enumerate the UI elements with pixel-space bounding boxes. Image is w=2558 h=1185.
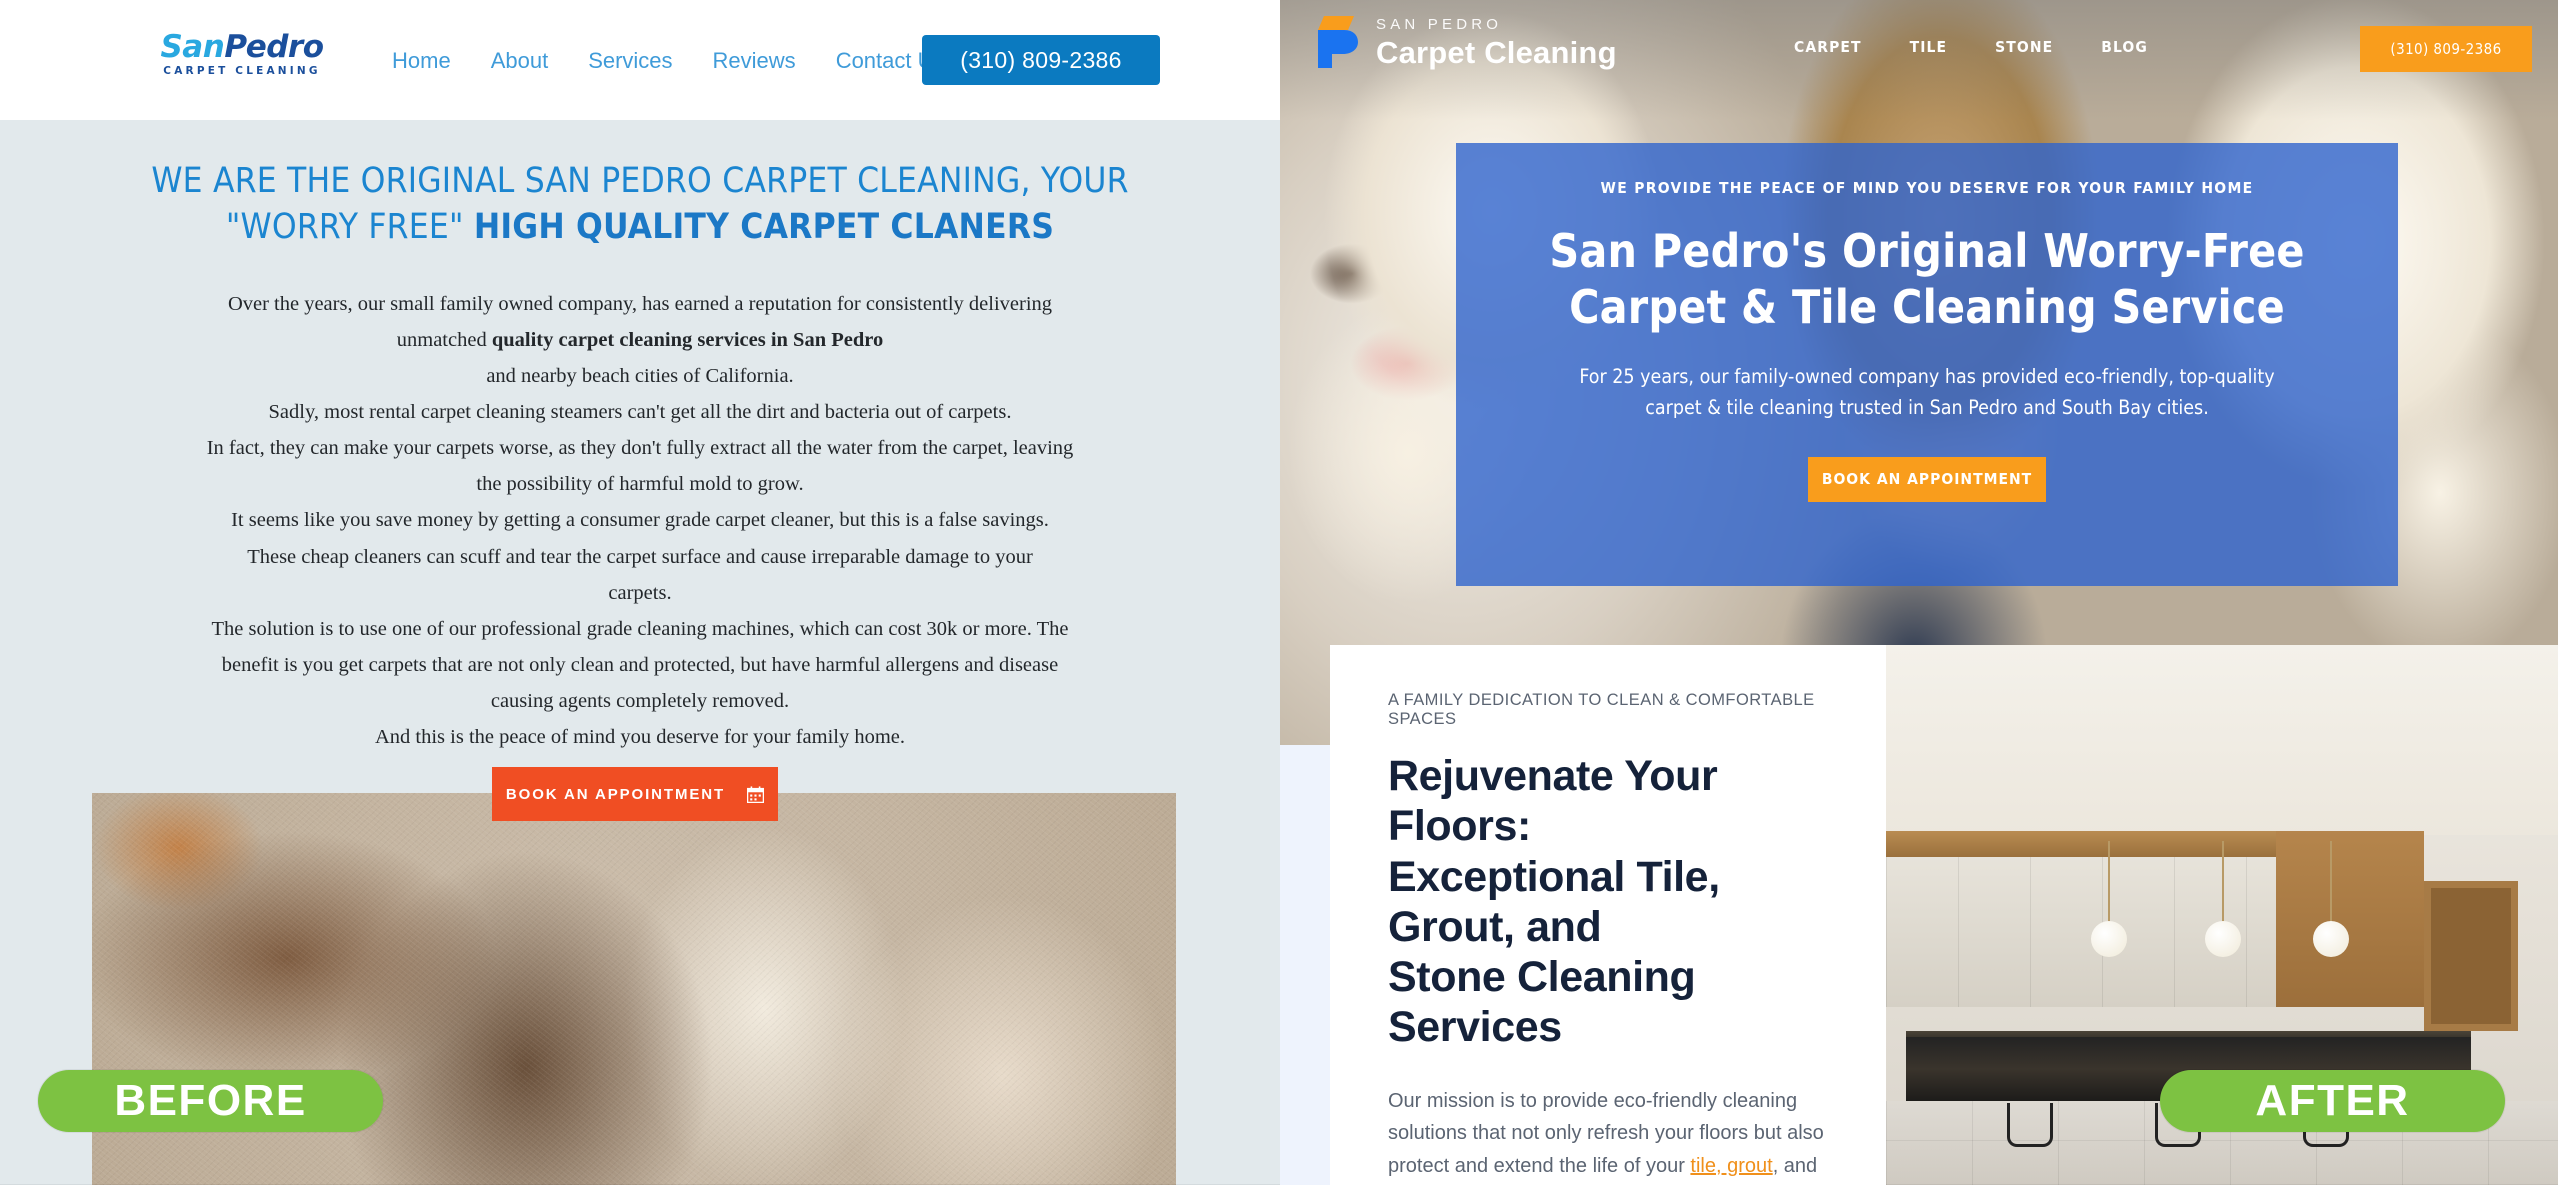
pendant-bulb-1	[2090, 921, 2127, 957]
right-heading-line-3: Stone Cleaning Services	[1388, 953, 1696, 1052]
kitchen-pendant-light-3	[2312, 841, 2349, 957]
left-page-headline: WE ARE THE ORIGINAL SAN PEDRO CARPET CLE…	[60, 158, 1220, 250]
left-logo-word-pedro: Pedro	[224, 29, 324, 65]
body-line-3: and nearby beach cities of California.	[486, 365, 794, 388]
right-heading-line-1: Rejuvenate Your Floors:	[1388, 752, 1718, 851]
body-line-2-bold: quality carpet cleaning services in San …	[491, 329, 884, 352]
kitchen-stool-1	[2006, 1103, 2053, 1147]
right-hero-overlay-card: WE PROVIDE THE PEACE OF MIND YOU DESERVE…	[1456, 143, 2398, 586]
nav-item-home[interactable]: Home	[372, 48, 471, 74]
body-line-2a: unmatched	[396, 329, 492, 352]
pendant-bulb-3	[2312, 921, 2349, 957]
right-nav-item-stone[interactable]: STONE	[1971, 38, 2077, 56]
right-site-logo[interactable]: SAN PEDRO Carpet Cleaning	[1310, 12, 1617, 72]
right-phone-button[interactable]: (310) 809-2386	[2360, 26, 2532, 72]
hero-eyebrow: WE PROVIDE THE PEACE OF MIND YOU DESERVE…	[1600, 179, 2254, 197]
hero-sub-line-2: carpet & tile cleaning trusted in San Pe…	[1645, 396, 2209, 420]
kitchen-pendant-light-1	[2090, 841, 2127, 957]
body-line-10: The solution is to use one of our profes…	[211, 617, 1069, 640]
after-badge: AFTER	[2160, 1070, 2505, 1132]
hero-title-line-1: San Pedro's Original Worry-Free	[1549, 224, 2305, 278]
right-nav-item-tile[interactable]: TILE	[1886, 38, 1972, 56]
body-line-13: And this is the peace of mind you deserv…	[374, 725, 906, 748]
body-line-9: carpets.	[608, 581, 672, 604]
kitchen-wood-panel	[2275, 831, 2424, 1007]
right-heading-line-2: Exceptional Tile, Grout, and	[1388, 852, 1720, 951]
kitchen-doorway	[2423, 881, 2518, 1031]
left-logo-word-san: San	[160, 29, 225, 65]
hero-sub-line-1: For 25 years, our family-owned company h…	[1579, 365, 2275, 389]
left-book-appointment-button[interactable]: BOOK AN APPOINTMENT	[492, 767, 778, 821]
sp-monogram-icon	[1310, 12, 1366, 72]
calendar-icon	[747, 785, 765, 803]
right-content-card: A FAMILY DEDICATION TO CLEAN & COMFORTAB…	[1330, 645, 1886, 1185]
right-site-preview-panel: A FAMILY DEDICATION TO CLEAN & COMFORTAB…	[1280, 0, 2558, 1185]
before-badge: BEFORE	[38, 1070, 383, 1132]
right-logo-title: Carpet Cleaning	[1376, 34, 1617, 70]
hero-subtitle: For 25 years, our family-owned company h…	[1526, 361, 2328, 423]
body-line-6: the possibility of harmful mold to grow.	[476, 473, 804, 496]
right-nav-item-carpet[interactable]: CARPET	[1770, 38, 1886, 56]
hero-title: San Pedro's Original Worry-Free Carpet &…	[1526, 223, 2328, 335]
hero-book-appointment-button[interactable]: BOOK AN APPOINTMENT	[1808, 456, 2046, 502]
kitchen-pendant-light-2	[2205, 841, 2241, 957]
left-logo-tagline: CARPET CLEANING	[163, 65, 321, 77]
hero-title-line-2: Carpet & Tile Cleaning Service	[1569, 280, 2285, 335]
right-section-heading: Rejuvenate Your Floors: Exceptional Tile…	[1388, 751, 1828, 1053]
pendant-bulb-2	[2205, 921, 2241, 957]
nav-item-reviews[interactable]: Reviews	[693, 48, 816, 74]
right-primary-nav: CARPET TILE STONE BLOG	[1770, 38, 2172, 56]
left-logo-wordmark: SanPedro	[142, 32, 342, 63]
nav-item-about[interactable]: About	[471, 48, 569, 74]
left-body-copy: Over the years, our small family owned c…	[160, 286, 1120, 755]
left-headline-line-2-plain: "WORRY FREE"	[225, 207, 474, 248]
left-site-logo[interactable]: SanPedro CARPET CLEANING	[142, 32, 342, 77]
left-headline-line-1: WE ARE THE ORIGINAL SAN PEDRO CARPET CLE…	[151, 161, 1129, 201]
body-line-2: unmatched quality carpet cleaning servic…	[160, 322, 1120, 358]
right-section-paragraph: Our mission is to provide eco-friendly c…	[1388, 1085, 1828, 1185]
right-logo-subtitle: SAN PEDRO	[1376, 15, 1503, 33]
left-primary-nav: Home About Services Reviews Contact Us	[372, 48, 965, 74]
body-line-4: Sadly, most rental carpet cleaning steam…	[268, 401, 1012, 424]
left-headline-line-2-bold: HIGH QUALITY CARPET CLANERS	[473, 207, 1055, 248]
screenshot-stage: SanPedro CARPET CLEANING Home About Serv…	[0, 0, 2558, 1185]
body-line-1: Over the years, our small family owned c…	[227, 293, 1053, 315]
right-logo-text: SAN PEDRO Carpet Cleaning	[1376, 17, 1617, 68]
nav-item-services[interactable]: Services	[568, 48, 692, 74]
right-section-kicker: A FAMILY DEDICATION TO CLEAN & COMFORTAB…	[1388, 691, 1815, 728]
left-cta-label: BOOK AN APPOINTMENT	[505, 785, 726, 803]
right-nav-item-blog[interactable]: BLOG	[2077, 38, 2172, 56]
left-site-preview-panel: SanPedro CARPET CLEANING Home About Serv…	[0, 0, 1280, 1185]
kitchen-ceiling	[1886, 645, 2558, 835]
tile-grout-link[interactable]: tile, grout	[1690, 1155, 1772, 1177]
body-line-12: causing agents completely removed.	[490, 689, 790, 712]
body-line-8: These cheap cleaners can scuff and tear …	[247, 545, 1033, 568]
body-line-7: It seems like you save money by getting …	[231, 509, 1049, 532]
body-line-5: In fact, they can make your carpets wors…	[206, 437, 1074, 460]
body-line-11: benefit is you get carpets that are not …	[221, 653, 1059, 676]
left-phone-button[interactable]: (310) 809-2386	[922, 35, 1160, 85]
